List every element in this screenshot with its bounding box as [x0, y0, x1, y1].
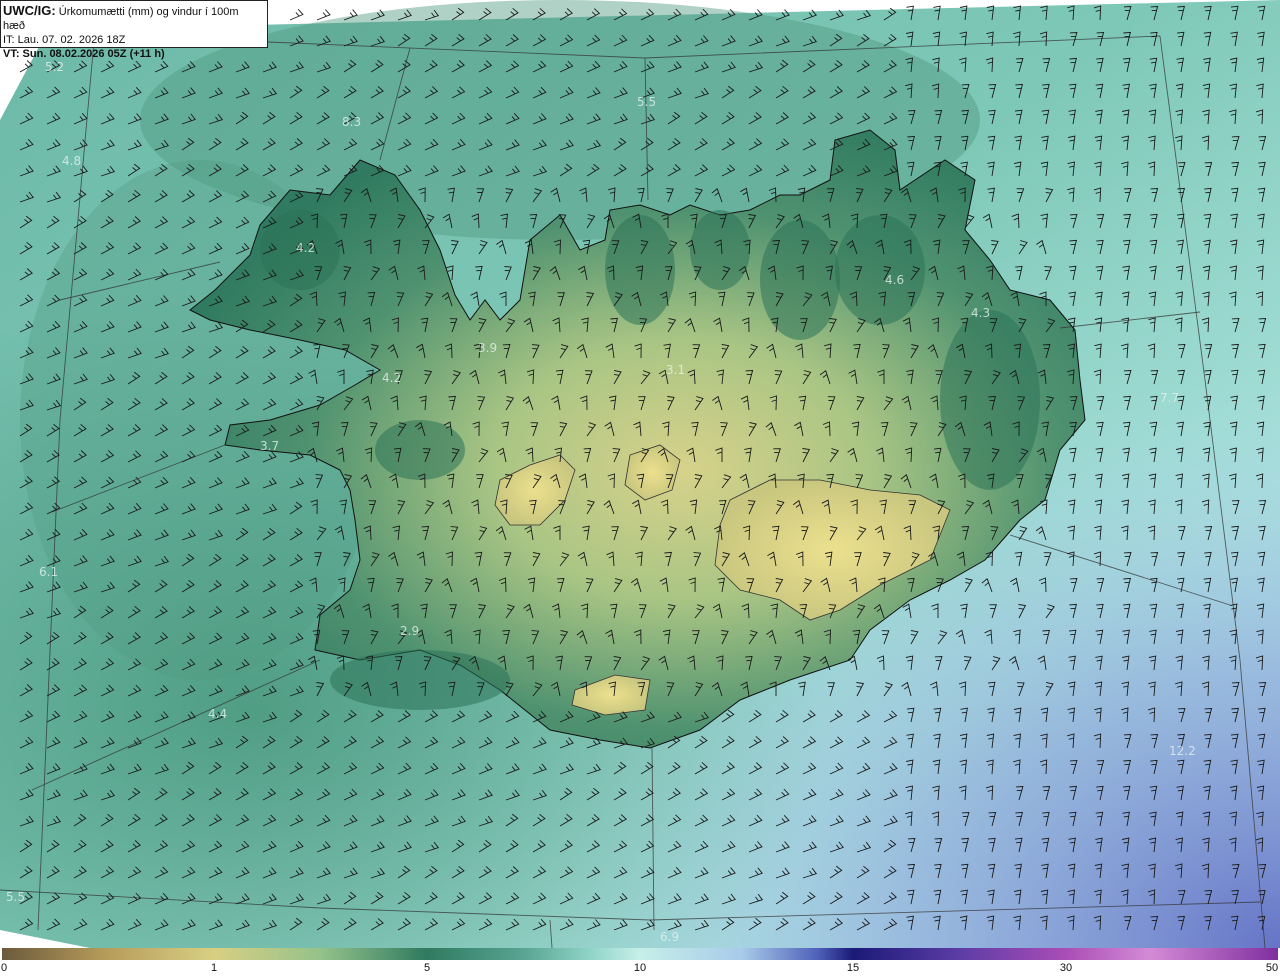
value-label: 3.9 [478, 341, 497, 355]
value-label: 5.5 [6, 890, 25, 904]
value-label: 4.6 [885, 273, 904, 287]
value-label: 7.7 [1160, 391, 1179, 405]
value-label: 8.3 [342, 115, 361, 129]
init-time: IT: Lau. 07. 02. 2026 18Z [3, 34, 126, 46]
value-label: 2.9 [400, 624, 419, 638]
precipitation-colorbar: 0 1 5 10 15 30 50 [0, 948, 1280, 978]
value-label: 3.1 [666, 363, 685, 377]
value-label: 4.8 [62, 154, 81, 168]
colorbar-tick: 10 [633, 962, 647, 974]
value-label: 6.9 [660, 930, 679, 944]
value-label: 4.2 [296, 241, 315, 255]
valid-time: VT: Sun. 08.02.2026 05Z (+11 h) [3, 48, 165, 60]
value-label: 4.3 [971, 306, 990, 320]
map-canvas: 5.2 4.8 8.3 5.5 4.2 3.9 4.2 3.7 3.1 4.6 … [0, 0, 1280, 948]
value-label: 4.4 [208, 707, 227, 721]
colorbar-strip [2, 948, 1278, 960]
colorbar-tick: 15 [846, 962, 860, 974]
map-info-box: UWC/IG: Úrkomumætti (mm) og vindur í 100… [0, 0, 268, 60]
colorbar-tick: 50 [1265, 962, 1279, 974]
colorbar-tick: 5 [423, 962, 431, 974]
value-label: 4.2 [382, 371, 401, 385]
colorbar-tick: 0 [0, 962, 8, 974]
map-title: UWC/IG: Úrkomumætti (mm) og vindur í 100… [3, 4, 263, 33]
value-label: 6.1 [39, 565, 58, 579]
colorbar-tick: 1 [210, 962, 218, 974]
value-label: 12.2 [1169, 744, 1196, 758]
value-label: 5.5 [637, 95, 656, 109]
colorbar-tick: 30 [1059, 962, 1073, 974]
forecast-map: 5.2 4.8 8.3 5.5 4.2 3.9 4.2 3.7 3.1 4.6 … [0, 0, 1280, 948]
value-label: 3.7 [260, 439, 279, 453]
model-code: UWC/IG: [3, 3, 56, 18]
value-label: 5.2 [45, 60, 64, 74]
